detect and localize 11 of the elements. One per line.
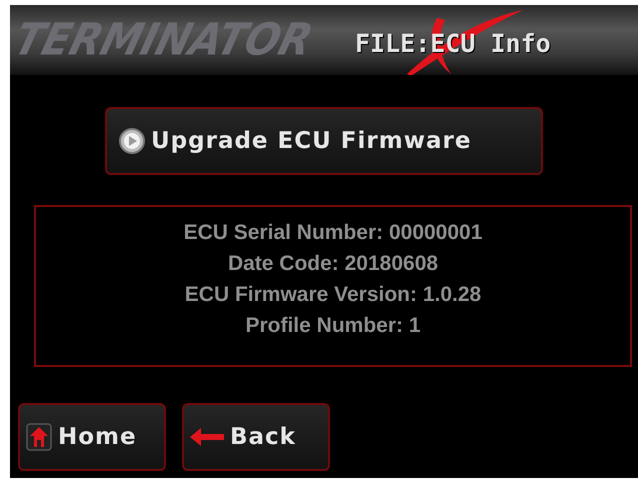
back-button[interactable]: Back	[182, 403, 330, 471]
info-line: ECU Firmware Version: 1.0.28	[184, 282, 482, 308]
arrow-left-icon	[190, 428, 224, 446]
play-icon	[119, 128, 145, 154]
home-icon	[26, 423, 52, 451]
logo: TERMINATOR	[10, 14, 318, 66]
upgrade-firmware-button[interactable]: Upgrade ECU Firmware	[105, 107, 543, 175]
info-line: Date Code: 20180608	[228, 251, 438, 277]
home-button[interactable]: Home	[18, 403, 166, 471]
info-line: ECU Serial Number: 00000001	[184, 220, 482, 246]
info-line: Profile Number: 1	[245, 313, 421, 339]
